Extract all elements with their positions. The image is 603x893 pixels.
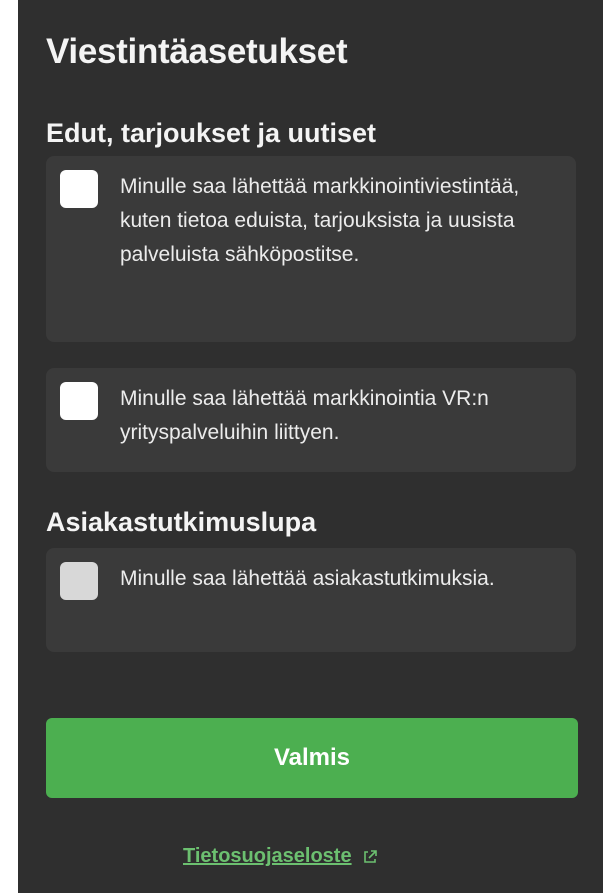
section-heading-research: Asiakastutkimuslupa [46, 507, 317, 537]
consent-label-marketing-email: Minulle saa lähettää markkinointiviestin… [120, 175, 520, 266]
consent-checkbox-customer-research[interactable] [60, 562, 98, 600]
done-button[interactable]: Valmis [46, 718, 578, 798]
privacy-policy-link[interactable]: Tietosuojaseloste [183, 845, 378, 868]
consent-checkbox-marketing-email[interactable] [60, 170, 98, 208]
consent-label-business-marketing: Minulle saa lähettää markkinointia VR:n … [120, 387, 489, 444]
page-title: Viestintäasetukset [46, 32, 348, 71]
consent-option-business-marketing[interactable]: Minulle saa lähettää markkinointia VR:n … [46, 368, 576, 472]
consent-label-customer-research: Minulle saa lähettää asiakastutkimuksia. [120, 567, 495, 590]
privacy-policy-link-label: Tietosuojaseloste [183, 845, 352, 867]
section-heading-offers: Edut, tarjoukset ja uutiset [46, 118, 377, 148]
communication-settings-panel: Viestintäasetukset Edut, tarjoukset ja u… [18, 0, 603, 893]
consent-option-marketing-email[interactable]: Minulle saa lähettää markkinointiviestin… [46, 156, 576, 342]
consent-checkbox-business-marketing[interactable] [60, 382, 98, 420]
consent-option-customer-research[interactable]: Minulle saa lähettää asiakastutkimuksia. [46, 548, 576, 652]
external-link-icon [362, 849, 378, 865]
